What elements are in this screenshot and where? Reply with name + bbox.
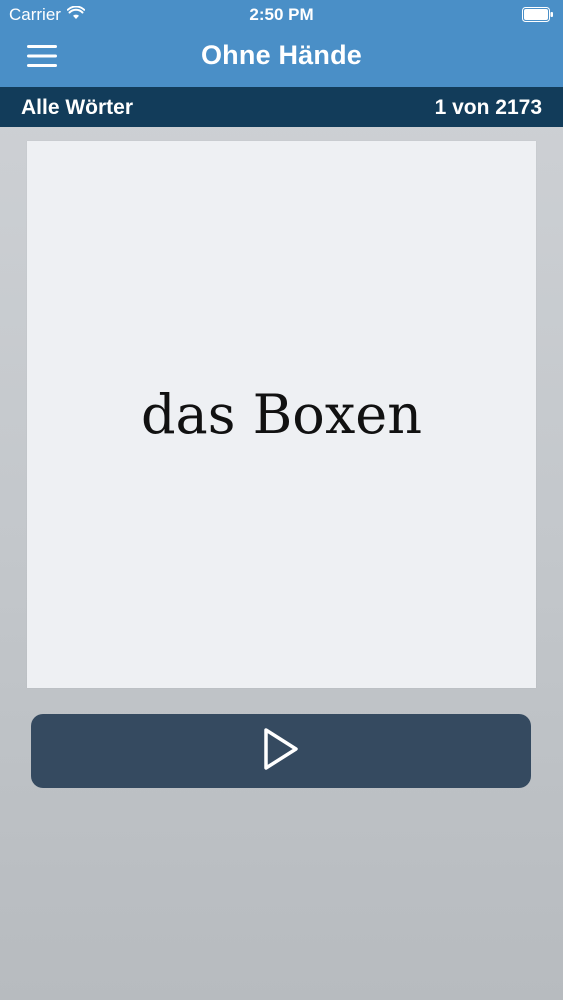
play-button[interactable] [31, 714, 531, 788]
progress-counter: 1 von 2173 [434, 96, 542, 119]
page-title: Ohne Hände [200, 40, 363, 70]
status-time: 2:50 PM [249, 5, 314, 24]
status-bar: Carrier 2:50 PM [0, 0, 563, 30]
top-bar: Carrier 2:50 PM Ohne Hände [0, 0, 563, 87]
battery-icon [522, 7, 554, 27]
play-icon [261, 726, 301, 777]
flashcard-word: das Boxen [140, 383, 423, 446]
flashcard[interactable]: das Boxen [27, 141, 536, 688]
word-list-name: Alle Wörter [21, 96, 134, 119]
nav-bar: Ohne Hände [0, 30, 563, 87]
list-info-bar: Alle Wörter 1 von 2173 [0, 87, 563, 127]
